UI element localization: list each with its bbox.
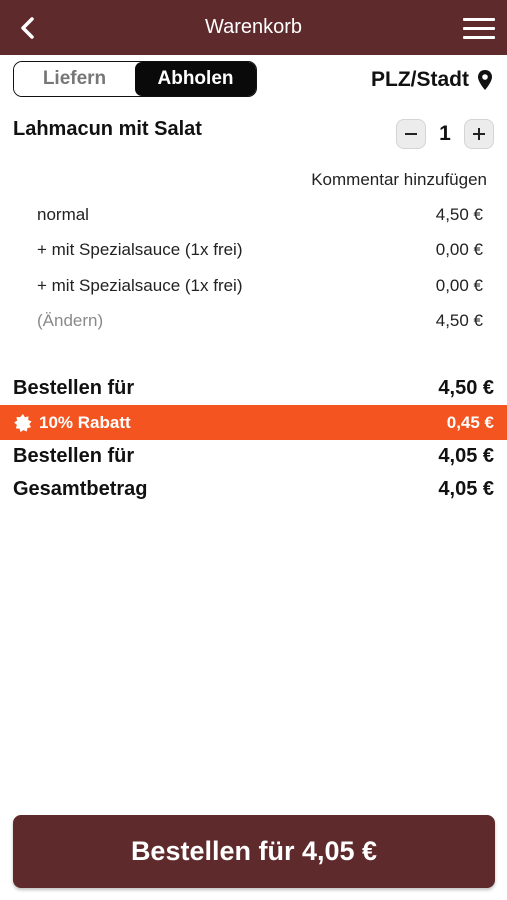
- option-price: 4,50 €: [435, 204, 483, 224]
- option-row: normal 4,50 €: [37, 197, 483, 233]
- chevron-left-icon: [21, 17, 34, 39]
- back-button[interactable]: [12, 12, 44, 44]
- subtotal-label: Bestellen für: [13, 377, 135, 399]
- discount-value: 0,45 €: [446, 412, 494, 432]
- subtotal-row: Bestellen für 4,50 €: [0, 372, 507, 405]
- item-options: normal 4,50 € + mit Spezialsauce (1x fre…: [37, 197, 483, 339]
- total-label: Gesamtbetrag: [13, 478, 148, 500]
- discounted-subtotal-label: Bestellen für: [13, 445, 135, 467]
- place-order-button[interactable]: Bestellen für 4,05 €: [13, 815, 495, 888]
- order-summary: Bestellen für 4,50 € 10% Rabatt 0,45 € B…: [0, 372, 507, 506]
- app-header: Warenkorb: [0, 0, 507, 55]
- discount-label: 10% Rabatt: [39, 412, 131, 432]
- decrease-quantity-button[interactable]: [396, 119, 426, 149]
- hamburger-menu-icon: [463, 17, 495, 21]
- option-row: + mit Spezialsauce (1x frei) 0,00 €: [37, 268, 483, 304]
- discounted-subtotal-row: Bestellen für 4,05 €: [0, 440, 507, 473]
- change-options-link[interactable]: (Ändern): [37, 311, 103, 331]
- tab-pickup[interactable]: Abholen: [135, 62, 256, 96]
- menu-button[interactable]: [461, 12, 497, 44]
- total-row: Gesamtbetrag 4,05 €: [0, 473, 507, 506]
- total-value: 4,05 €: [438, 478, 494, 500]
- discount-row: 10% Rabatt 0,45 €: [0, 405, 507, 440]
- option-price: 0,00 €: [435, 275, 483, 295]
- badge-icon: [14, 413, 32, 432]
- page-title: Warenkorb: [204, 16, 303, 38]
- option-price: 0,00 €: [435, 240, 483, 260]
- subtotal-value: 4,50 €: [438, 377, 494, 399]
- option-label: + mit Spezialsauce (1x frei): [37, 275, 243, 295]
- add-comment-link[interactable]: Kommentar hinzufügen: [311, 170, 487, 190]
- discounted-subtotal-value: 4,05 €: [438, 445, 494, 467]
- plus-icon: [473, 128, 485, 140]
- increase-quantity-button[interactable]: [464, 119, 494, 149]
- option-row: + mit Spezialsauce (1x frei) 0,00 €: [37, 233, 483, 269]
- option-label: + mit Spezialsauce (1x frei): [37, 240, 243, 260]
- minus-icon: [405, 133, 417, 135]
- cart-item-name: Lahmacun mit Salat: [13, 118, 202, 140]
- quantity-stepper: 1: [396, 119, 494, 149]
- option-label: normal: [37, 204, 89, 224]
- quantity-value: 1: [439, 122, 451, 145]
- delivery-mode-toggle: Liefern Abholen: [13, 61, 257, 97]
- location-label: PLZ/Stadt: [371, 68, 469, 91]
- location-selector[interactable]: PLZ/Stadt: [371, 64, 493, 96]
- map-pin-icon: [478, 70, 492, 90]
- tab-deliver[interactable]: Liefern: [14, 62, 135, 96]
- option-row: (Ändern) 4,50 €: [37, 304, 483, 340]
- option-price: 4,50 €: [435, 311, 483, 331]
